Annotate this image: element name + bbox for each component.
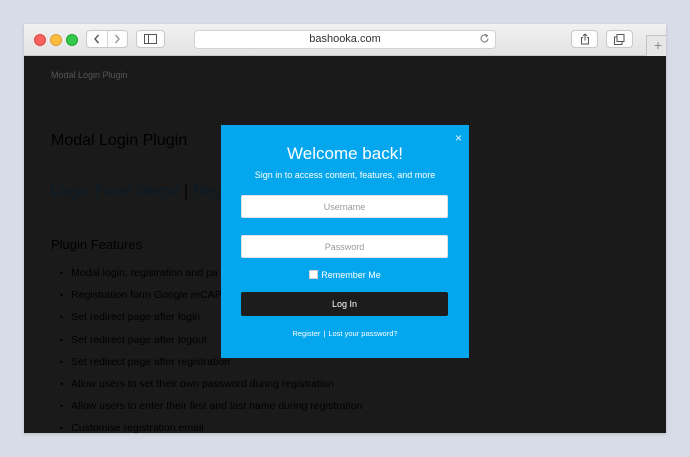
close-icon[interactable]: × [455, 131, 462, 145]
forward-button[interactable] [108, 31, 128, 47]
share-button[interactable] [571, 30, 598, 48]
site-title[interactable]: Modal Login Plugin [51, 70, 128, 80]
modal-links-separator: | [323, 329, 326, 338]
register-link[interactable]: Register [292, 329, 320, 338]
username-input[interactable] [241, 195, 448, 218]
remember-me-label[interactable]: Remember Me [321, 270, 381, 280]
register-demo-link[interactable]: Reg [193, 183, 222, 200]
feature-item: Allow users to enter their first and las… [60, 395, 362, 417]
history-nav [86, 30, 128, 48]
link-separator: | [184, 183, 189, 200]
close-window-button[interactable] [34, 34, 46, 46]
reload-button[interactable] [479, 33, 490, 50]
tabs-icon [614, 33, 625, 45]
back-button[interactable] [87, 31, 108, 47]
sidebar-button[interactable] [136, 30, 165, 48]
password-input[interactable] [241, 235, 448, 258]
demo-links: Login Form Demo | Reg [51, 183, 223, 201]
zoom-window-button[interactable] [66, 34, 78, 46]
feature-item: Allow users to set their own password du… [60, 373, 362, 395]
browser-toolbar: bashooka.com [24, 24, 666, 56]
chevron-right-icon [115, 34, 121, 44]
tabs-button[interactable] [606, 30, 633, 48]
page-title: Modal Login Plugin [51, 132, 188, 149]
remember-me: Remember Me [221, 270, 469, 280]
login-demo-link[interactable]: Login Form Demo [51, 183, 179, 200]
feature-item: Customise registration email [60, 417, 362, 433]
address-text: bashooka.com [309, 33, 381, 45]
modal-title: Welcome back! [287, 144, 403, 163]
new-tab-button[interactable]: + [646, 35, 666, 57]
plus-icon: + [653, 37, 663, 53]
reload-icon [480, 33, 489, 43]
chevron-left-icon [93, 34, 99, 44]
address-bar[interactable]: bashooka.com [194, 30, 496, 49]
features-heading: Plugin Features [51, 237, 143, 252]
login-button[interactable]: Log In [241, 292, 448, 316]
modal-subtitle: Sign in to access content, features, and… [254, 170, 436, 180]
minimize-window-button[interactable] [50, 34, 62, 46]
sidebar-icon [144, 34, 157, 44]
share-icon [580, 33, 589, 45]
login-modal: × Welcome back! Sign in to access conten… [221, 125, 469, 358]
modal-links: Register | Lost your password? [221, 329, 469, 338]
lost-password-link[interactable]: Lost your password? [328, 329, 397, 338]
remember-me-checkbox[interactable] [309, 270, 319, 279]
